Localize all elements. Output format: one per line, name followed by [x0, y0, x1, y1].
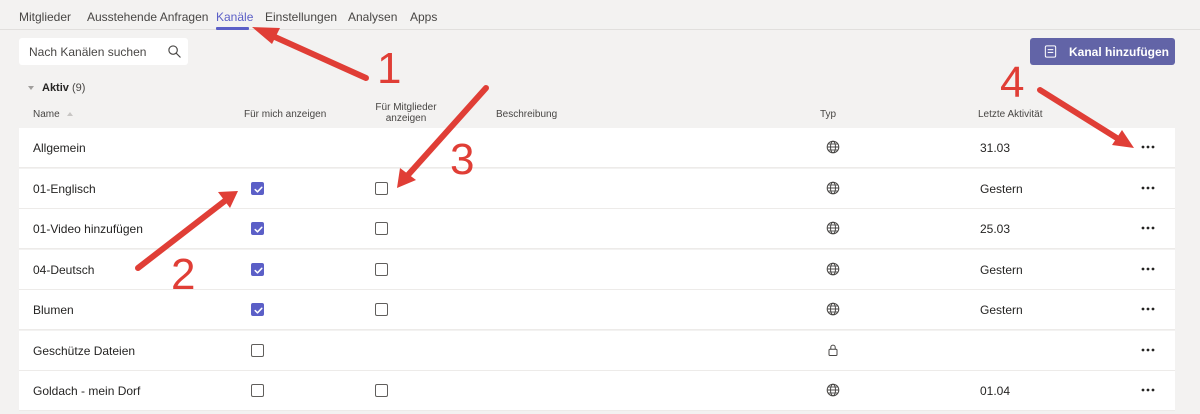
more-options-icon[interactable]: [1138, 262, 1158, 276]
channel-name: 01-Englisch: [33, 181, 96, 196]
search-icon[interactable]: [167, 44, 182, 59]
table-row[interactable]: 01-Englisch Gestern: [19, 168, 1175, 209]
add-channel-icon: [1044, 45, 1057, 58]
column-header-show-members: Für Mitglieder anzeigen: [366, 102, 446, 124]
column-header-last-activity: Letzte Aktivität: [978, 109, 1043, 120]
column-header-name-label: Name: [33, 109, 60, 120]
tab-settings[interactable]: Einstellungen: [265, 10, 337, 24]
tab-channels[interactable]: Kanäle: [216, 10, 253, 24]
more-options-icon[interactable]: [1138, 343, 1158, 357]
column-header-show-me: Für mich anzeigen: [244, 109, 327, 120]
globe-icon: [826, 302, 840, 316]
globe-icon: [826, 383, 840, 397]
channel-name: Geschütze Dateien: [33, 343, 136, 358]
show-for-members-checkbox[interactable]: [375, 384, 388, 397]
show-for-members-checkbox[interactable]: [375, 181, 388, 195]
more-options-icon[interactable]: [1138, 302, 1158, 316]
section-active[interactable]: Aktiv (9): [28, 82, 85, 94]
table-row[interactable]: 01-Video hinzufügen 25.03: [19, 209, 1175, 249]
show-for-me-checkbox[interactable]: [251, 303, 264, 316]
channel-name: Allgemein: [33, 141, 86, 155]
annotation-3: 3: [450, 135, 475, 184]
globe-icon: [826, 262, 840, 276]
show-for-me-checkbox[interactable]: [251, 222, 264, 235]
section-count: (9): [71, 82, 86, 94]
last-activity: Gestern: [980, 262, 1023, 277]
annotation-1: 1: [377, 44, 402, 93]
show-for-members-checkbox[interactable]: [375, 303, 388, 316]
table-row[interactable]: Allgemein 31.03: [19, 128, 1175, 168]
show-for-me-checkbox[interactable]: [251, 384, 264, 397]
channel-search: [19, 38, 188, 65]
tab-pending-requests[interactable]: Ausstehende Anfragen: [87, 10, 208, 24]
channel-name: 01-Video hinzufügen: [33, 222, 143, 236]
lock-icon: [826, 343, 840, 357]
annotation-2: 2: [171, 250, 196, 299]
last-activity: Gestern: [980, 303, 1023, 317]
column-header-name[interactable]: Name: [33, 109, 73, 120]
sort-ascending-icon: [66, 112, 73, 117]
tab-analytics[interactable]: Analysen: [348, 10, 397, 24]
channel-name: Goldach - mein Dorf: [33, 384, 141, 398]
channel-name: Blumen: [33, 303, 74, 317]
table-row[interactable]: Geschütze Dateien: [19, 330, 1175, 371]
collapse-caret-icon[interactable]: [28, 86, 34, 91]
globe-icon: [826, 140, 840, 154]
show-for-me-checkbox[interactable]: [251, 181, 264, 195]
table-row[interactable]: Goldach - mein Dorf 01.04: [19, 371, 1175, 411]
globe-icon: [826, 221, 840, 235]
more-options-icon[interactable]: [1138, 181, 1158, 195]
column-header-description: Beschreibung: [496, 109, 558, 120]
show-for-me-checkbox[interactable]: [251, 343, 264, 357]
globe-icon: [826, 181, 840, 195]
active-tab-indicator: [216, 27, 249, 30]
column-header-type: Typ: [820, 109, 837, 120]
add-channel-button[interactable]: Kanal hinzufügen: [1030, 38, 1175, 65]
more-options-icon[interactable]: [1138, 383, 1158, 397]
more-options-icon[interactable]: [1138, 140, 1158, 154]
column-header-show-members-line1: Für Mitglieder: [375, 102, 437, 113]
last-activity: 31.03: [980, 141, 1011, 155]
tab-members[interactable]: Mitglieder: [19, 10, 71, 24]
more-options-icon[interactable]: [1138, 221, 1158, 235]
last-activity: 01.04: [980, 384, 1011, 398]
last-activity: Gestern: [980, 181, 1023, 196]
tab-bar: Mitglieder Ausstehende Anfragen Kanäle E…: [0, 0, 1200, 30]
column-header-show-members-line2: anzeigen: [385, 113, 427, 124]
channel-name: 04-Deutsch: [33, 262, 95, 277]
last-activity: 25.03: [980, 222, 1011, 236]
section-title: Aktiv: [42, 82, 69, 94]
show-for-me-checkbox[interactable]: [251, 262, 264, 276]
show-for-members-checkbox[interactable]: [375, 262, 388, 276]
arrow-1: [263, 30, 369, 81]
add-channel-label: Kanal hinzufügen: [1069, 45, 1169, 59]
search-input[interactable]: [19, 38, 159, 65]
show-for-members-checkbox[interactable]: [375, 222, 388, 235]
annotation-4: 4: [1000, 58, 1025, 107]
tab-apps[interactable]: Apps: [410, 10, 437, 24]
